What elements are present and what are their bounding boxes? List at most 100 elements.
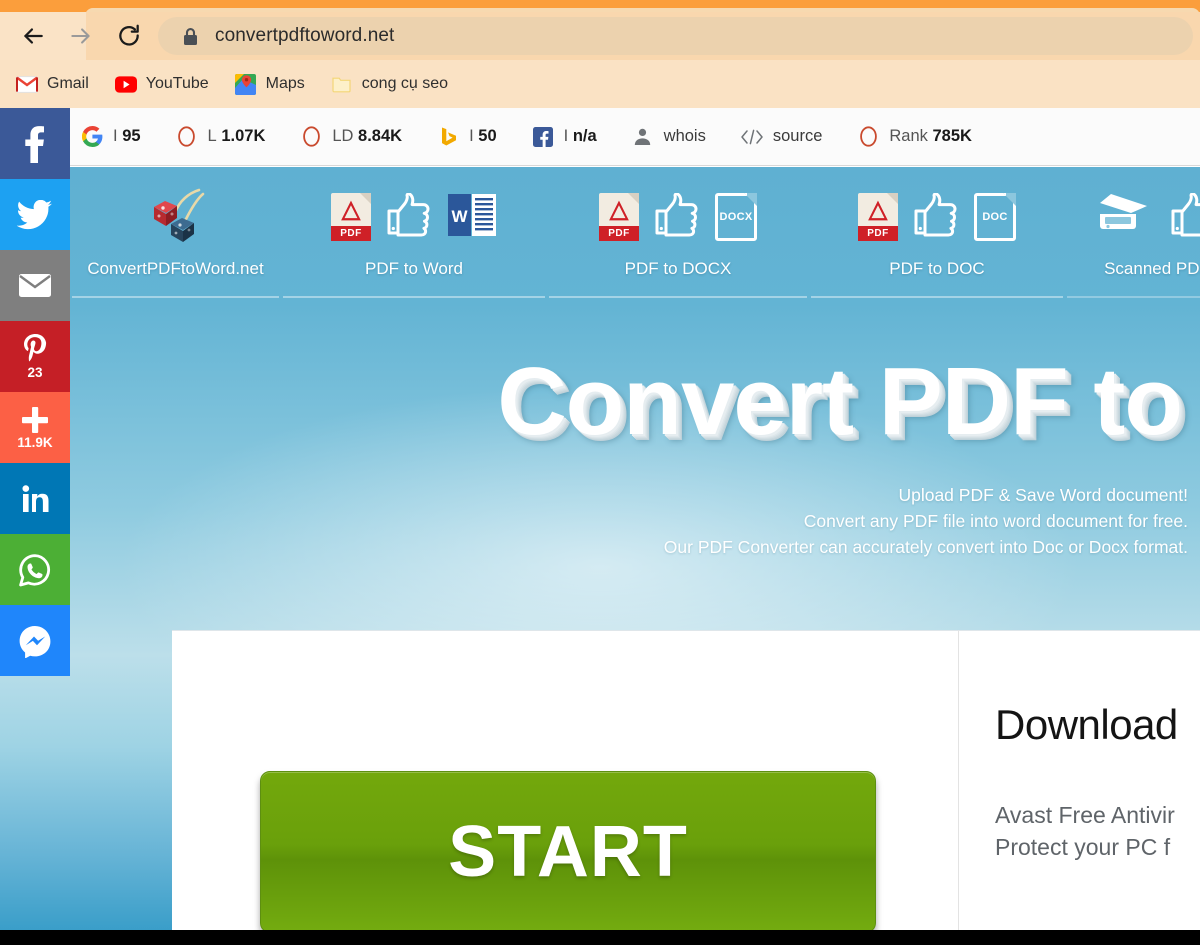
seoquake-metric-google-index[interactable]: I 95	[80, 120, 141, 154]
bookmark-youtube[interactable]: YouTube	[114, 68, 219, 100]
site-navigation: ConvertPDFtoWord.net △ PDF W PDF to Word…	[0, 167, 1200, 298]
plus-icon	[22, 407, 48, 433]
seoquake-whois-link[interactable]: whois	[631, 120, 706, 154]
share-messenger-button[interactable]	[0, 605, 70, 676]
share-count: 23	[27, 365, 43, 380]
share-facebook-button[interactable]	[0, 108, 70, 179]
nav-item-label: PDF to Word	[365, 259, 463, 278]
tab-strip	[0, 0, 1200, 16]
whatsapp-icon	[19, 553, 51, 586]
svg-text:W: W	[451, 207, 468, 226]
person-icon	[631, 125, 655, 149]
messenger-icon	[19, 625, 51, 658]
share-addthis-button[interactable]: 11.9K	[0, 392, 70, 463]
nav-item-pdf-to-doc[interactable]: △ PDF DOC PDF to DOC	[811, 167, 1063, 298]
seoquake-metric-text: Rank 785K	[889, 127, 972, 145]
nav-item-label: PDF to DOCX	[624, 259, 732, 278]
facebook-icon	[531, 125, 555, 149]
lock-icon	[182, 27, 199, 46]
share-linkedin-button[interactable]	[0, 463, 70, 534]
pinterest-icon	[24, 334, 47, 362]
ad-title: Download	[995, 701, 1178, 748]
folder-icon	[331, 73, 353, 95]
seoquake-metric-text: I 95	[113, 127, 141, 145]
google-maps-icon	[235, 73, 257, 95]
facebook-icon	[25, 125, 44, 163]
share-pinterest-button[interactable]: 23	[0, 321, 70, 392]
back-button[interactable]	[10, 12, 56, 60]
seoquake-metric-text: LD 8.84K	[332, 127, 403, 145]
seoquake-metric-linking-domains[interactable]: LD 8.84K	[299, 120, 402, 154]
hero-subtitle-line-1: Upload PDF & Save Word document!	[898, 485, 1188, 505]
nav-item-label: Scanned PDF	[1104, 259, 1200, 278]
nav-item-scanned-pdf[interactable]: Scanned PDF	[1067, 167, 1200, 298]
seoquake-metric-text: source	[772, 127, 823, 145]
advertisement-panel[interactable]: Download Avast Free Antivir Protect your…	[958, 630, 1200, 930]
reload-icon	[119, 24, 139, 46]
bookmark-label: YouTube	[145, 75, 209, 92]
word-icon: W	[447, 191, 497, 244]
ad-body-line-1: Avast Free Antivir	[995, 802, 1175, 828]
pdf-file-icon: △ PDF	[858, 193, 898, 241]
nav-item-label: ConvertPDFtoWord.net	[87, 259, 264, 278]
seoquake-metric-links[interactable]: L 1.07K	[175, 120, 266, 154]
thumbs-up-icon	[385, 191, 433, 242]
share-whatsapp-button[interactable]	[0, 534, 70, 605]
nav-icons	[145, 177, 207, 257]
arrow-right-icon	[71, 28, 90, 44]
seoquake-toolbar: SQ I 95 L 1.07K LD 8.84K	[0, 108, 1200, 166]
alexa-circle-icon	[856, 125, 880, 149]
bookmark-label: cong cụ seo	[361, 75, 449, 92]
nav-item-pdf-to-word[interactable]: △ PDF W PDF to Word	[283, 167, 545, 298]
start-button-label: START	[448, 812, 688, 892]
bookmark-maps[interactable]: Maps	[235, 68, 315, 100]
scanner-icon	[1097, 191, 1155, 244]
seoquake-metric-text: I n/a	[563, 127, 597, 145]
source-code-icon	[740, 125, 764, 149]
bookmarks-bar: Gmail YouTube Maps cong cụ seo	[0, 60, 1200, 108]
bookmark-folder-cong-cu-seo[interactable]: cong cụ seo	[331, 68, 458, 100]
thumbs-up-icon	[653, 191, 701, 242]
arrow-left-icon	[24, 28, 43, 44]
nav-icons: △ PDF DOC	[858, 177, 1016, 257]
doc-file-icon: DOC	[974, 193, 1016, 241]
bottom-black-bar	[0, 930, 1200, 945]
webpage-viewport: ConvertPDFtoWord.net △ PDF W PDF to Word…	[0, 167, 1200, 930]
converter-card: START	[172, 630, 958, 930]
seoquake-metric-text: L 1.07K	[207, 127, 266, 145]
browser-chrome: convertpdftoword.net Gmail YouTube Maps …	[0, 0, 1200, 108]
thumbs-up-icon	[912, 191, 960, 242]
bing-icon	[436, 125, 460, 149]
twitter-bird-icon	[17, 199, 52, 229]
forward-button[interactable]	[58, 12, 104, 60]
start-button[interactable]: START	[260, 771, 876, 930]
google-icon	[80, 125, 104, 149]
ad-body-line-2: Protect your PC f	[995, 834, 1171, 860]
share-twitter-button[interactable]	[0, 179, 70, 250]
docx-file-icon: DOCX	[715, 193, 757, 241]
share-email-button[interactable]	[0, 250, 70, 321]
nav-item-home[interactable]: ConvertPDFtoWord.net	[72, 167, 279, 298]
address-bar[interactable]: convertpdftoword.net	[158, 17, 1193, 55]
nav-icons: △ PDF W	[331, 177, 497, 257]
social-share-rail: 23 11.9K	[0, 108, 70, 676]
moz-circle-icon	[175, 125, 199, 149]
pdf-file-icon: △ PDF	[331, 193, 371, 241]
seoquake-metric-bing-index[interactable]: I 50	[436, 120, 497, 154]
linkedin-icon	[22, 484, 49, 512]
hero-title: Convert PDF to	[497, 348, 1183, 455]
bookmark-label: Gmail	[47, 75, 89, 92]
reload-button[interactable]	[106, 12, 152, 60]
hero-subtitle-line-3: Our PDF Converter can accurately convert…	[663, 537, 1188, 557]
seoquake-metric-facebook[interactable]: I n/a	[531, 120, 597, 154]
hero-subtitle-line-2: Convert any PDF file into word document …	[803, 511, 1188, 531]
nav-icons	[1097, 177, 1200, 257]
seoquake-source-link[interactable]: source	[740, 120, 823, 154]
bookmark-gmail[interactable]: Gmail	[16, 68, 99, 100]
gmail-icon	[16, 73, 38, 95]
hero-subtitle: Upload PDF & Save Word document! Convert…	[0, 482, 1200, 560]
seoquake-metric-text: I 50	[469, 127, 497, 145]
share-count: 11.9K	[17, 435, 53, 450]
seoquake-metric-alexa-rank[interactable]: Rank 785K	[856, 120, 972, 154]
nav-item-pdf-to-docx[interactable]: △ PDF DOCX PDF to DOCX	[549, 167, 807, 298]
